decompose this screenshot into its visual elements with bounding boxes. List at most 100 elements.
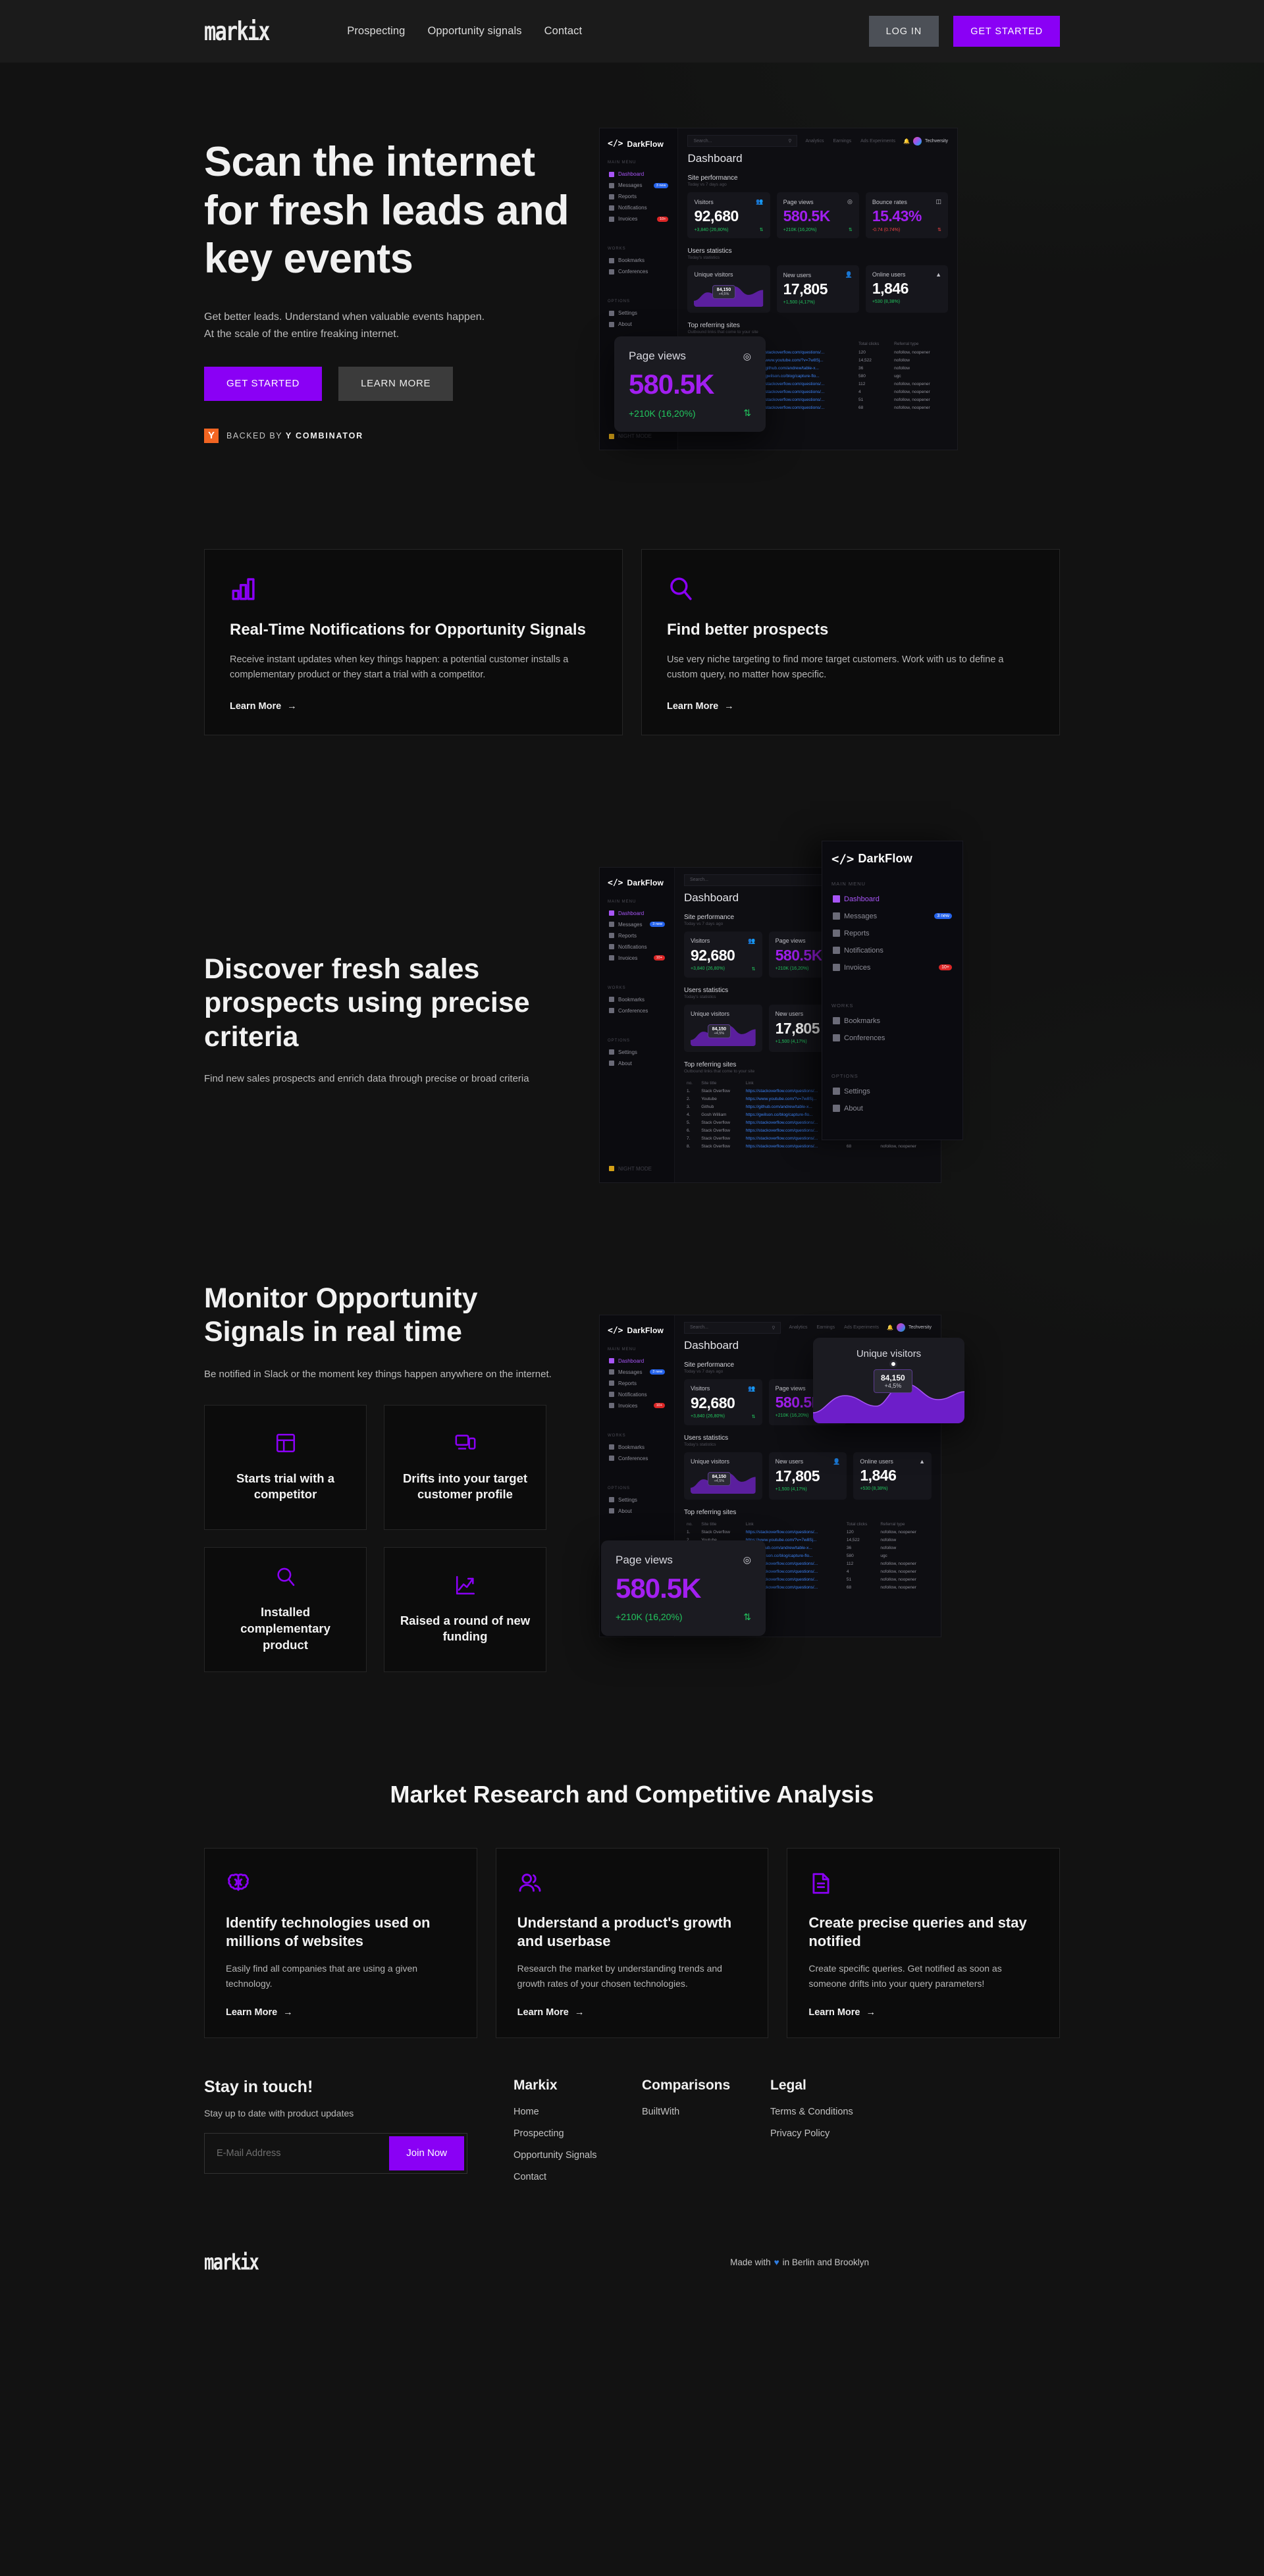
overlay-menu-messages[interactable]: Messages 3 new — [831, 908, 953, 925]
overlay-menu-invoices[interactable]: Invoices 10+ — [831, 959, 953, 976]
info-icon — [609, 1508, 614, 1514]
dashboard-menu-notifications[interactable]: Notifications — [608, 941, 666, 953]
dashboard-tab-analytics[interactable]: Analytics — [805, 139, 824, 144]
site-performance-cards: Visitors 👥 92,680 +3,840 (26,80%) ⇅ Page v… — [687, 192, 949, 239]
dashboard-menu-messages[interactable]: Messages 3 new — [608, 919, 666, 930]
feature-learn-more-link[interactable]: Learn More → — [230, 701, 297, 712]
dashboard-menu-settings[interactable]: Settings — [608, 1494, 666, 1506]
stat-card-visitors: Visitors 👥 92,680 +3,840 (26,80%) ⇅ — [683, 931, 762, 978]
dashboard-menu-reports[interactable]: Reports — [608, 191, 670, 202]
unique-visitors-sparkline: 84,150 +4,5% — [690, 1467, 756, 1494]
dashboard-tabs: Analytics Earnings Ads Experiments — [805, 139, 895, 144]
video-icon — [609, 269, 614, 275]
dashboard-tab-analytics[interactable]: Analytics — [789, 1325, 807, 1330]
dashboard-search-input[interactable]: Search...⚲ — [683, 1321, 781, 1334]
gear-icon — [609, 1497, 614, 1503]
market-learn-more-link[interactable]: Learn More → — [517, 2007, 747, 2018]
mail-icon — [609, 1369, 614, 1375]
dashboard-search-input[interactable]: Search...⚲ — [687, 135, 798, 147]
market-card-body: Create specific queries. Get notified as… — [808, 1963, 1002, 1989]
notification-bell-icon[interactable]: 🔔 — [887, 1325, 893, 1330]
dashboard-night-mode[interactable]: NIGHT MODE — [608, 431, 653, 442]
table-row: 1.Stack Overflowhttps://stackoverflow.co… — [686, 1530, 916, 1535]
dashboard-search-input[interactable]: Search...⚲ — [683, 874, 834, 886]
footer-link-privacy[interactable]: Privacy Policy — [770, 2128, 899, 2139]
footer-link-contact[interactable]: Contact — [514, 2172, 642, 2182]
dashboard-menu-conferences[interactable]: Conferences — [608, 266, 670, 277]
dashboard-menu-invoices[interactable]: Invoices 10+ — [608, 953, 666, 964]
notification-bell-icon[interactable]: 🔔 — [903, 138, 910, 144]
footer-link-builtwith[interactable]: BuiltWith — [642, 2107, 770, 2117]
dashboard-tab-ads[interactable]: Ads Experiments — [860, 139, 895, 144]
join-now-button[interactable]: Join Now — [389, 2136, 464, 2170]
market-card-body: Easily find all companies that are using… — [226, 1963, 418, 1989]
overlay-menu-settings[interactable]: Settings — [831, 1083, 953, 1100]
dashboard-menu-dashboard[interactable]: Dashboard — [608, 1355, 666, 1367]
footer-link-prospecting[interactable]: Prospecting — [514, 2128, 642, 2139]
magnifier-icon — [275, 1565, 297, 1591]
overlay-menu-bookmarks[interactable]: Bookmarks — [831, 1012, 953, 1030]
overlay-menu-dashboard[interactable]: Dashboard — [831, 891, 953, 908]
dashboard-menu-dashboard[interactable]: Dashboard — [608, 169, 670, 180]
dashboard-menu-bookmarks[interactable]: Bookmarks — [608, 994, 666, 1005]
mail-icon — [609, 922, 614, 928]
nav-link-prospecting[interactable]: Prospecting — [347, 25, 405, 38]
get-started-button-nav[interactable]: GET STARTED — [953, 16, 1060, 47]
dashboard-menu-messages[interactable]: Messages 3 new — [608, 180, 670, 191]
arrow-right-icon: → — [283, 2007, 293, 2018]
dashboard-menu-notifications[interactable]: Notifications — [608, 202, 670, 213]
bell-icon — [609, 205, 614, 211]
bell-icon — [609, 1392, 614, 1398]
signal-card-title: Raised a round of new funding — [400, 1613, 531, 1644]
dashboard-menu-settings[interactable]: Settings — [608, 1047, 666, 1058]
overlay-menu-reports[interactable]: Reports — [831, 925, 953, 942]
hero-learn-more-button[interactable]: LEARN MORE — [338, 366, 454, 401]
dashboard-tab-earnings[interactable]: Earnings — [833, 139, 851, 144]
brand-logo[interactable]: markix — [204, 16, 270, 46]
nav-link-contact[interactable]: Contact — [544, 25, 583, 38]
log-in-button[interactable]: LOG IN — [868, 16, 939, 47]
feature-card-title: Find better prospects — [667, 621, 829, 639]
market-learn-more-link[interactable]: Learn More → — [226, 2007, 456, 2018]
top-navigation-bar: markix Prospecting Opportunity signals C… — [0, 0, 1264, 63]
email-field[interactable] — [205, 2133, 387, 2173]
dashboard-night-mode[interactable]: NIGHT MODE — [608, 1163, 653, 1174]
dashboard-menu-reports[interactable]: Reports — [608, 1378, 666, 1389]
dashboard-menu-bookmarks[interactable]: Bookmarks — [608, 1442, 666, 1453]
dashboard-tab-earnings[interactable]: Earnings — [816, 1325, 835, 1330]
stat-card-new-users: New users👤 17,805 +1,500 (4,17%) — [776, 265, 859, 313]
overlay-menu-about[interactable]: About — [831, 1100, 953, 1117]
dashboard-tab-ads[interactable]: Ads Experiments — [844, 1325, 879, 1330]
dashboard-menu-bookmarks[interactable]: Bookmarks — [608, 255, 670, 266]
footer-logo[interactable]: markix — [204, 2249, 259, 2275]
floating-unique-visitors-card: Unique visitors 84,150 +4,5% — [813, 1337, 964, 1423]
dashboard-menu-about[interactable]: About — [608, 1058, 666, 1069]
overlay-menu-conferences[interactable]: Conferences — [831, 1030, 953, 1047]
report-icon — [609, 933, 614, 939]
nav-link-opportunity-signals[interactable]: Opportunity signals — [427, 25, 521, 38]
dashboard-menu-settings[interactable]: Settings — [608, 307, 670, 319]
dashboard-menu-reports[interactable]: Reports — [608, 930, 666, 941]
footer-link-home[interactable]: Home — [514, 2107, 642, 2117]
arrow-right-icon: → — [574, 2007, 585, 2018]
float-page-views-delta: +210K (16,20%) — [629, 407, 696, 419]
dashboard-user-menu[interactable]: 🔔 Techversity — [887, 1323, 932, 1332]
market-card-body: Research the market by understanding tre… — [517, 1963, 722, 1989]
dashboard-menu-conferences[interactable]: Conferences — [608, 1453, 666, 1464]
dashboard-menu-about[interactable]: About — [608, 319, 670, 330]
dashboard-menu-notifications[interactable]: Notifications — [608, 1389, 666, 1400]
market-learn-more-link[interactable]: Learn More → — [808, 2007, 1038, 2018]
dashboard-menu-invoices[interactable]: Invoices 10+ — [608, 1400, 666, 1411]
feature-learn-more-link[interactable]: Learn More → — [667, 701, 734, 712]
dashboard-menu-about[interactable]: About — [608, 1506, 666, 1517]
dashboard-menu-invoices[interactable]: Invoices 10+ — [608, 213, 670, 224]
dashboard-user-menu[interactable]: 🔔 Techversity — [903, 136, 948, 145]
footer-link-terms[interactable]: Terms & Conditions — [770, 2107, 899, 2117]
dashboard-menu-dashboard[interactable]: Dashboard — [608, 908, 666, 919]
overlay-menu-notifications[interactable]: Notifications — [831, 942, 953, 959]
dashboard-menu-conferences[interactable]: Conferences — [608, 1005, 666, 1016]
footer-link-opportunity-signals[interactable]: Opportunity Signals — [514, 2150, 642, 2161]
dashboard-menu-messages[interactable]: Messages 3 new — [608, 1367, 666, 1378]
hero-get-started-button[interactable]: GET STARTED — [204, 366, 323, 401]
hero-cta-group: GET STARTED LEARN MORE — [204, 366, 573, 401]
